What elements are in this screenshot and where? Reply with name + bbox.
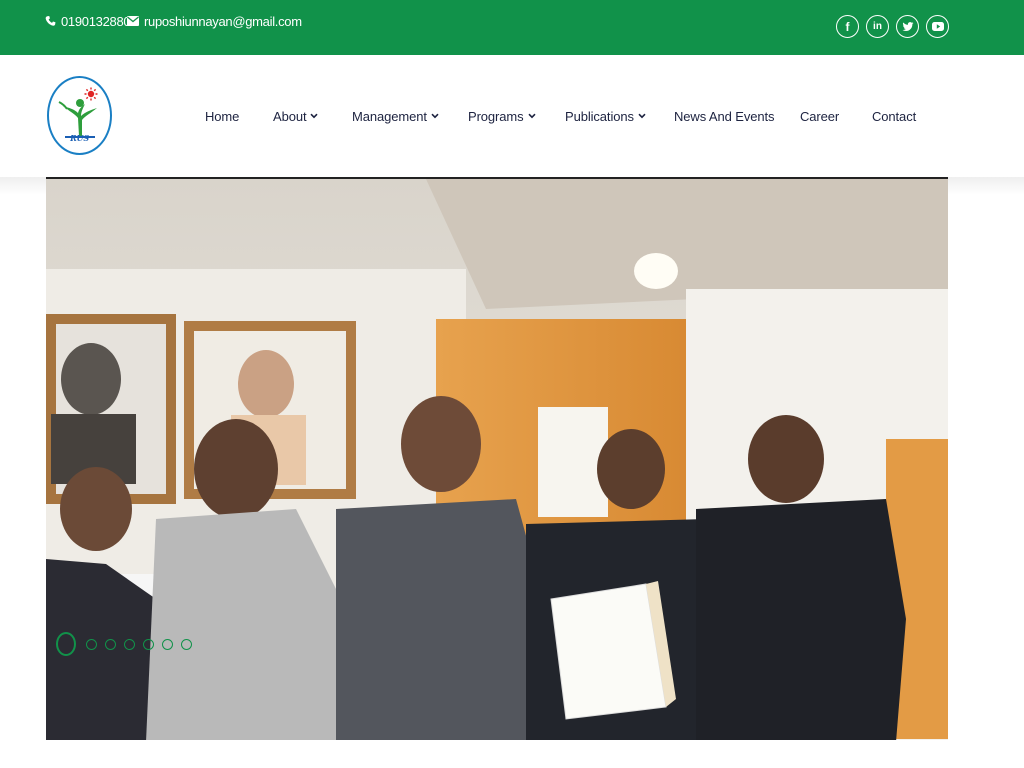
nav-item-career[interactable]: Career bbox=[800, 107, 839, 125]
phone-contact[interactable]: 01901328800 bbox=[45, 13, 138, 29]
nav-label: About bbox=[273, 108, 307, 124]
email-address: ruposhiunnayan@gmail.com bbox=[144, 13, 302, 29]
twitter-icon bbox=[902, 21, 914, 32]
linkedin-link[interactable]: in bbox=[866, 15, 889, 38]
nav-label: News And Events bbox=[674, 108, 775, 124]
nav-item-management[interactable]: Management bbox=[352, 107, 439, 125]
phone-icon bbox=[45, 15, 56, 27]
facebook-icon: f bbox=[845, 19, 850, 34]
nav-item-contact[interactable]: Contact bbox=[872, 107, 916, 125]
youtube-icon bbox=[931, 22, 944, 31]
main-navigation: Home About Management Programs Publicati… bbox=[0, 55, 1024, 177]
slider-dot-4[interactable] bbox=[124, 638, 135, 650]
linkedin-icon: in bbox=[873, 21, 882, 32]
nav-label: Career bbox=[800, 108, 840, 124]
slider-dot-1[interactable] bbox=[56, 632, 76, 656]
nav-label: Publications bbox=[565, 108, 634, 124]
nav-item-about[interactable]: About bbox=[273, 107, 319, 125]
nav-item-programs[interactable]: Programs bbox=[468, 107, 536, 125]
envelope-icon bbox=[127, 16, 139, 26]
youtube-link[interactable] bbox=[926, 15, 949, 38]
twitter-link[interactable] bbox=[896, 15, 919, 38]
slider-dot-6[interactable] bbox=[162, 638, 173, 650]
chevron-down-icon bbox=[638, 113, 646, 119]
slider-dot-7[interactable] bbox=[181, 638, 192, 650]
hero-slider[interactable] bbox=[46, 177, 948, 740]
facebook-link[interactable]: f bbox=[836, 15, 859, 38]
chevron-down-icon bbox=[310, 113, 319, 119]
nav-item-publications[interactable]: Publications bbox=[565, 107, 646, 125]
nav-label: Contact bbox=[872, 108, 917, 124]
top-bar: 01901328800 ruposhiunnayan@gmail.com f i… bbox=[0, 0, 1024, 55]
slider-dot-3[interactable] bbox=[105, 638, 116, 650]
slider-dot-2[interactable] bbox=[86, 638, 97, 650]
nav-label: Management bbox=[352, 108, 427, 124]
nav-item-home[interactable]: Home bbox=[205, 107, 239, 125]
nav-label: Programs bbox=[468, 108, 524, 124]
slider-pagination bbox=[56, 632, 200, 656]
nav-label: Home bbox=[205, 108, 240, 124]
slider-dot-5[interactable] bbox=[143, 638, 154, 650]
phone-number: 01901328800 bbox=[61, 13, 138, 29]
chevron-down-icon bbox=[431, 113, 439, 119]
chevron-down-icon bbox=[527, 113, 536, 119]
nav-item-news-and-events[interactable]: News And Events bbox=[674, 107, 774, 125]
email-contact[interactable]: ruposhiunnayan@gmail.com bbox=[127, 13, 302, 29]
site-header: RUS Home About Management Programs Publi… bbox=[0, 55, 1024, 177]
